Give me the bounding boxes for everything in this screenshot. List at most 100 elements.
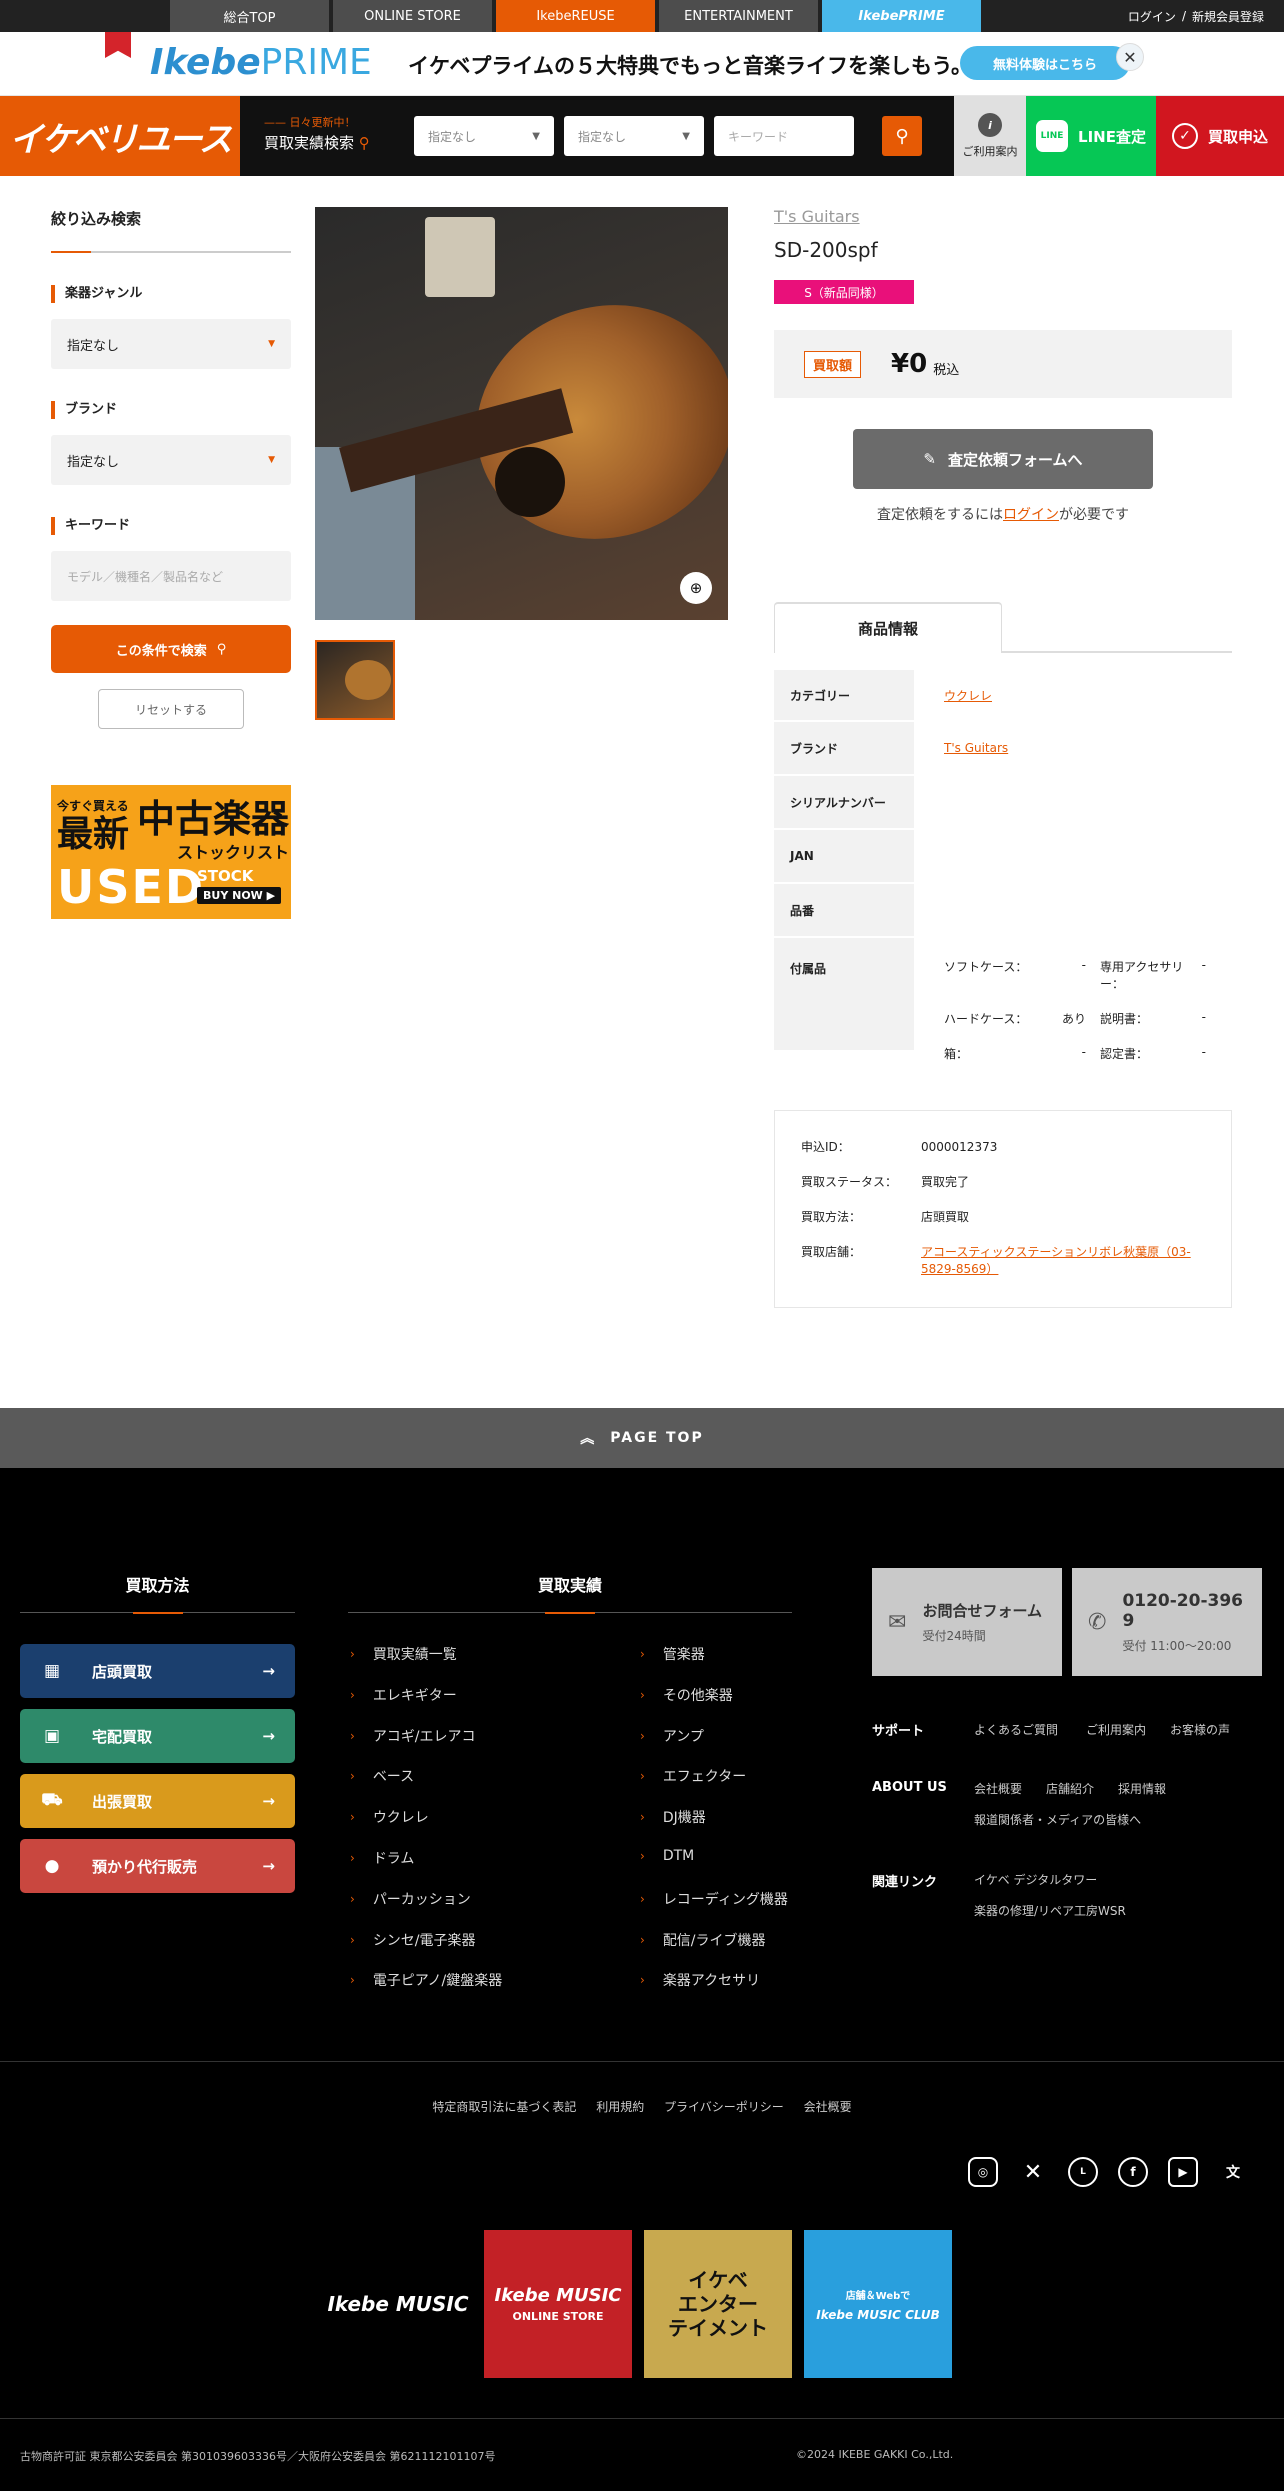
page-top-button[interactable]: ︽ PAGE TOP	[0, 1408, 1284, 1468]
result-link[interactable]: › 楽器アクセサリ	[640, 1970, 760, 1990]
method-store-button[interactable]: ▦ 店頭買取 →	[20, 1644, 295, 1698]
guide-button[interactable]: i ご利用案内	[954, 96, 1026, 176]
line-assess-button[interactable]: LINE LINE査定	[1026, 96, 1156, 176]
site-header: イケベリユース —— 日々更新中！ 買取実績検索 ⚲ 指定なし ▼ 指定なし ▼ キ…	[0, 96, 1284, 176]
instagram-icon[interactable]: ◎	[968, 2157, 998, 2187]
accessory-list: ソフトケース： - 専用アクセサリー： - ハードケース： あり 説明書： - 箱： - …	[914, 938, 1220, 1061]
result-link[interactable]: › 電子ピアノ/鍵盤楽器	[350, 1970, 502, 1990]
facebook-icon[interactable]: f	[1118, 2157, 1148, 2187]
login-link[interactable]: ログイン	[1128, 8, 1176, 25]
history-search-link[interactable]: —— 日々更新中！ 買取実績検索 ⚲	[264, 114, 370, 153]
footer-link[interactable]: よくあるご質問	[974, 1721, 1058, 1738]
tab-ikebe-reuse[interactable]: IkebeREUSE	[496, 0, 655, 32]
result-link[interactable]: › 管楽器	[640, 1644, 705, 1664]
chevron-right-icon: ›	[350, 1810, 355, 1824]
result-link[interactable]: › ドラム	[350, 1848, 414, 1868]
footer-link[interactable]: 採用情報	[1118, 1780, 1166, 1797]
price-label: 買取額	[804, 350, 862, 378]
social-links: ◎ ✕ L f ▶ 文	[968, 2157, 1248, 2187]
ad-text: 最新	[57, 814, 130, 855]
line-icon[interactable]: L	[1068, 2157, 1098, 2187]
brand-select[interactable]: 指定なし ▼	[564, 116, 704, 156]
result-link[interactable]: › 配信/ライブ機器	[640, 1930, 766, 1950]
filter-search-button[interactable]: この条件で検索 ⚲	[51, 625, 291, 673]
tab-entertainment[interactable]: ENTERTAINMENT	[659, 0, 818, 32]
free-trial-button[interactable]: 無料体験はこちら	[960, 46, 1130, 80]
x-icon[interactable]: ✕	[1018, 2157, 1048, 2187]
table-row: 付属品 ソフトケース： - 専用アクセサリー： - ハードケース： あり 説明書： - …	[774, 938, 1232, 1061]
result-link[interactable]: › ベース	[350, 1766, 414, 1786]
stock-list-ad[interactable]: 今すぐ買える 最新 中古楽器 ストックリスト USED STOCK LIST B…	[51, 785, 291, 919]
result-link[interactable]: › アンプ	[640, 1726, 704, 1746]
result-link[interactable]: › シンセ/電子楽器	[350, 1930, 476, 1950]
genre-filter-select[interactable]: 指定なし ▼	[51, 319, 291, 369]
category-link[interactable]: ウクレレ	[944, 687, 992, 704]
keyword-filter-input[interactable]: モデル／機種名／製品名など	[51, 551, 291, 601]
keyword-input[interactable]: キーワード	[714, 116, 854, 156]
method-delivery-button[interactable]: ▣ 宅配買取 →	[20, 1709, 295, 1763]
result-link[interactable]: › 買取実績一覧	[350, 1644, 457, 1664]
order-details: 申込ID： 0000012373 買取ステータス： 買取完了 買取方法： 店頭買取 買…	[774, 1110, 1232, 1308]
legal-link[interactable]: 会社概要	[804, 2100, 852, 2114]
footer-link[interactable]: お客様の声	[1170, 1721, 1230, 1738]
zoom-icon[interactable]: ⊕	[680, 572, 712, 604]
chevron-right-icon: ›	[350, 1973, 355, 1987]
footer-link[interactable]: 店舗紹介	[1046, 1780, 1094, 1797]
reset-button[interactable]: リセットする	[98, 689, 244, 729]
related-heading: 関連リンク	[872, 1875, 938, 1890]
arrow-right-icon: →	[262, 1662, 275, 1680]
apply-button[interactable]: ✓ 買取申込	[1156, 96, 1284, 176]
youtube-icon[interactable]: ▶	[1168, 2157, 1198, 2187]
product-photo[interactable]	[315, 207, 728, 620]
footer-link[interactable]: 会社概要	[974, 1780, 1022, 1797]
footer-link[interactable]: 報道関係者・メディアの皆様へ	[974, 1811, 1141, 1828]
result-link[interactable]: › DTM	[640, 1848, 694, 1864]
ikebe-music-banner[interactable]: Ikebe MUSIC	[324, 2230, 472, 2378]
product-thumbnail[interactable]	[315, 640, 395, 720]
result-link[interactable]: › DJ機器	[640, 1807, 706, 1827]
tax-label: 税込	[933, 362, 960, 378]
tab-product-info[interactable]: 商品情報	[774, 602, 1002, 653]
footer-link[interactable]: 楽器の修理/リペア工房WSR	[974, 1902, 1126, 1919]
login-link[interactable]: ログイン	[1003, 507, 1059, 523]
tab-online-store[interactable]: ONLINE STORE	[333, 0, 492, 32]
result-link[interactable]: › ウクレレ	[350, 1807, 429, 1827]
music-club-banner[interactable]: 店舗＆Webで Ikebe MUSIC CLUB	[804, 2230, 952, 2378]
legal-link[interactable]: 利用規約	[596, 2100, 644, 2114]
genre-select[interactable]: 指定なし ▼	[414, 116, 554, 156]
footer-link[interactable]: ご利用案内	[1086, 1721, 1146, 1738]
chevron-right-icon: ›	[350, 1769, 355, 1783]
method-visit-button[interactable]: ⛟ 出張買取 →	[20, 1774, 295, 1828]
prime-banner[interactable]: IkebePRIME イケベプライムの５大特典でもっと音楽ライフを楽しもう。 無…	[0, 32, 1284, 96]
phone-button[interactable]: ✆ 0120-20-3969 受付 11:00〜20:00	[1072, 1568, 1262, 1676]
genre-label: 楽器ジャンル	[51, 285, 291, 303]
brand-filter-select[interactable]: 指定なし ▼	[51, 435, 291, 485]
result-link[interactable]: › アコギ/エレアコ	[350, 1726, 476, 1746]
result-link[interactable]: › エレキギター	[350, 1685, 457, 1705]
brand-link[interactable]: T's Guitars	[944, 741, 1008, 755]
result-link[interactable]: › エフェクター	[640, 1766, 746, 1786]
online-store-banner[interactable]: Ikebe MUSIC ONLINE STORE	[484, 2230, 632, 2378]
footer-link[interactable]: イケベ デジタルタワー	[974, 1871, 1097, 1888]
chevron-right-icon: ›	[640, 1769, 645, 1783]
result-link[interactable]: › その他楽器	[640, 1685, 733, 1705]
legal-link[interactable]: 特定商取引法に基づく表記	[432, 2100, 576, 2114]
register-link[interactable]: 新規会員登録	[1192, 8, 1264, 25]
entertainment-banner[interactable]: イケベ エンター テイメント	[644, 2230, 792, 2378]
chevron-down-icon: ▼	[532, 130, 540, 142]
line-icon: LINE	[1036, 120, 1069, 152]
product-brand-link[interactable]: T's Guitars	[774, 207, 860, 226]
site-logo[interactable]: イケベリユース	[0, 96, 240, 176]
tab-general-top[interactable]: 総合TOP	[170, 0, 329, 32]
search-button[interactable]: ⚲	[882, 116, 922, 156]
assess-request-button[interactable]: ✎ 査定依頼フォームへ	[853, 429, 1153, 489]
method-consign-button[interactable]: ● 預かり代行販売 →	[20, 1839, 295, 1893]
store-link[interactable]: アコースティックステーションリボレ秋葉原（03-5829-8569）	[921, 1245, 1191, 1276]
result-link[interactable]: › レコーディング機器	[640, 1889, 788, 1909]
result-link[interactable]: › パーカッション	[350, 1889, 471, 1909]
tab-ikebe-prime[interactable]: IkebePRIME	[822, 0, 981, 32]
legal-link[interactable]: プライバシーポリシー	[664, 2100, 784, 2114]
language-icon[interactable]: 文	[1218, 2157, 1248, 2187]
contact-form-button[interactable]: ✉ お問合せフォーム 受付24時間	[872, 1568, 1062, 1676]
close-icon[interactable]: ✕	[1116, 43, 1144, 71]
